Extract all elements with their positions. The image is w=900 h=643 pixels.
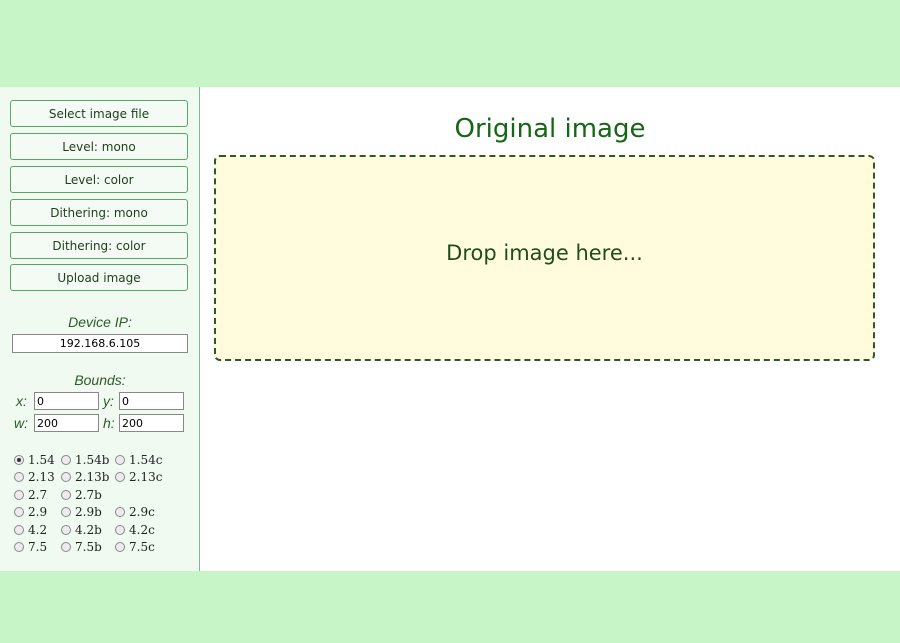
size-option-2-9[interactable]: 2.9 <box>14 505 47 519</box>
size-option-label: 2.13c <box>129 470 163 484</box>
drop-zone-text: Drop image here... <box>446 241 643 265</box>
size-option-label: 2.7 <box>28 488 48 502</box>
size-option-2-7b[interactable]: 2.7b <box>61 488 102 502</box>
bounds-label: Bounds: <box>74 372 126 388</box>
radio-button[interactable] <box>61 472 71 482</box>
size-option-label: 1.54 <box>28 453 55 467</box>
radio-button[interactable] <box>115 455 125 465</box>
size-option-label: 2.9c <box>129 505 155 519</box>
device-ip-input[interactable] <box>12 334 188 353</box>
size-option-7-5b[interactable]: 7.5b <box>61 540 102 554</box>
bounds-h-input[interactable] <box>119 414 184 432</box>
select-image-file-button[interactable]: Select image file <box>10 100 188 127</box>
radio-button[interactable] <box>61 542 71 552</box>
radio-button[interactable] <box>14 490 24 500</box>
size-option-label: 7.5 <box>28 540 48 554</box>
size-option-7-5[interactable]: 7.5 <box>14 540 47 554</box>
size-option-1-54c[interactable]: 1.54c <box>115 453 162 467</box>
radio-button[interactable] <box>14 472 24 482</box>
radio-button[interactable] <box>115 542 125 552</box>
size-option-2-13b[interactable]: 2.13b <box>61 470 109 484</box>
size-option-label: 7.5b <box>75 540 102 554</box>
sidebar: Select image file Level: mono Level: col… <box>0 87 200 571</box>
bounds-y-input[interactable] <box>119 392 184 410</box>
device-ip-label: Device IP: <box>68 314 132 330</box>
size-option-label: 4.2 <box>28 523 48 537</box>
bounds-x-input[interactable] <box>34 392 99 410</box>
size-option-label: 2.9 <box>28 505 48 519</box>
app-window: Select image file Level: mono Level: col… <box>0 87 900 571</box>
radio-button[interactable] <box>115 472 125 482</box>
radio-button[interactable] <box>61 455 71 465</box>
bounds-x-label: x: <box>16 393 27 409</box>
size-option-label: 4.2b <box>75 523 102 537</box>
radio-button[interactable] <box>14 542 24 552</box>
size-option-4-2[interactable]: 4.2 <box>14 523 47 537</box>
radio-button[interactable] <box>14 455 24 465</box>
bounds-w-label: w: <box>14 415 28 431</box>
size-option-2-9b[interactable]: 2.9b <box>61 505 102 519</box>
upload-image-button[interactable]: Upload image <box>10 264 188 291</box>
size-option-label: 2.7b <box>75 488 102 502</box>
size-option-2-13[interactable]: 2.13 <box>14 470 55 484</box>
bounds-h-label: h: <box>103 415 115 431</box>
size-option-label: 1.54b <box>75 453 110 467</box>
level-color-button[interactable]: Level: color <box>10 166 188 193</box>
main-panel: Original image Drop image here... <box>200 87 900 571</box>
size-option-label: 2.13 <box>28 470 55 484</box>
radio-button[interactable] <box>61 525 71 535</box>
level-mono-button[interactable]: Level: mono <box>10 133 188 160</box>
drop-zone[interactable]: Drop image here... <box>214 155 875 361</box>
radio-button[interactable] <box>61 490 71 500</box>
size-option-label: 2.13b <box>75 470 110 484</box>
size-option-label: 1.54c <box>129 453 163 467</box>
size-option-4-2b[interactable]: 4.2b <box>61 523 102 537</box>
radio-button[interactable] <box>14 507 24 517</box>
radio-button[interactable] <box>115 507 125 517</box>
size-option-2-13c[interactable]: 2.13c <box>115 470 162 484</box>
radio-button[interactable] <box>61 507 71 517</box>
size-option-1-54[interactable]: 1.54 <box>14 453 55 467</box>
bounds-w-input[interactable] <box>34 414 99 432</box>
bounds-y-label: y: <box>103 393 114 409</box>
dithering-color-button[interactable]: Dithering: color <box>10 232 188 259</box>
size-option-label: 2.9b <box>75 505 102 519</box>
size-option-7-5c[interactable]: 7.5c <box>115 540 155 554</box>
size-option-4-2c[interactable]: 4.2c <box>115 523 155 537</box>
size-option-2-7[interactable]: 2.7 <box>14 488 47 502</box>
size-option-label: 7.5c <box>129 540 155 554</box>
size-option-1-54b[interactable]: 1.54b <box>61 453 109 467</box>
size-option-2-9c[interactable]: 2.9c <box>115 505 155 519</box>
size-option-label: 4.2c <box>129 523 155 537</box>
page-title: Original image <box>454 114 646 144</box>
radio-button[interactable] <box>14 525 24 535</box>
radio-button[interactable] <box>115 525 125 535</box>
dithering-mono-button[interactable]: Dithering: mono <box>10 199 188 226</box>
